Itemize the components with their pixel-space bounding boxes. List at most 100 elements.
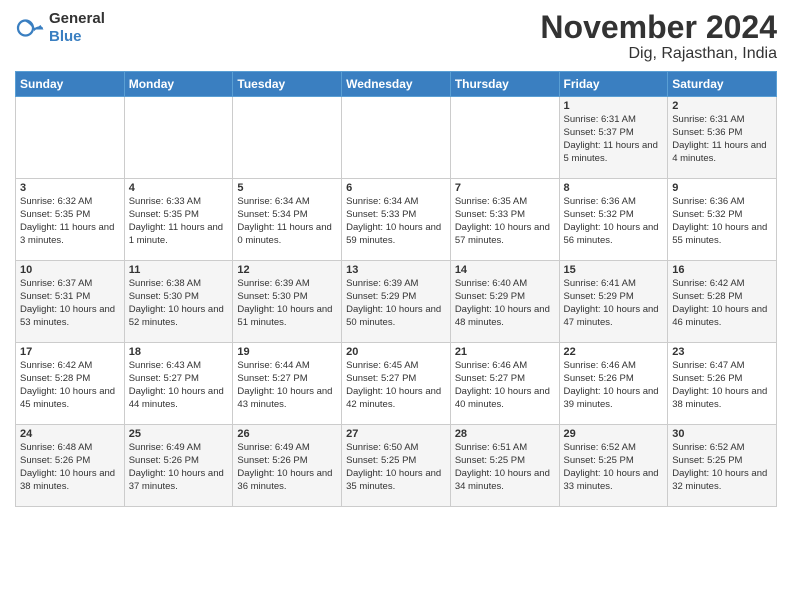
cell-3-7: 16Sunrise: 6:42 AMSunset: 5:28 PMDayligh… <box>668 261 777 343</box>
day-info: Sunrise: 6:42 AM <box>672 278 772 291</box>
day-info: Daylight: 10 hours and 36 minutes. <box>237 468 337 494</box>
week-row-3: 10Sunrise: 6:37 AMSunset: 5:31 PMDayligh… <box>16 261 777 343</box>
day-number: 6 <box>346 182 446 194</box>
day-info: Sunrise: 6:31 AM <box>672 114 772 127</box>
cell-5-5: 28Sunrise: 6:51 AMSunset: 5:25 PMDayligh… <box>450 425 559 507</box>
day-number: 29 <box>564 428 664 440</box>
day-info: Sunset: 5:26 PM <box>672 373 772 386</box>
day-info: Sunset: 5:31 PM <box>20 291 120 304</box>
day-info: Sunrise: 6:51 AM <box>455 442 555 455</box>
day-info: Sunrise: 6:52 AM <box>672 442 772 455</box>
cell-3-1: 10Sunrise: 6:37 AMSunset: 5:31 PMDayligh… <box>16 261 125 343</box>
day-info: Sunset: 5:32 PM <box>672 209 772 222</box>
day-number: 8 <box>564 182 664 194</box>
day-number: 24 <box>20 428 120 440</box>
day-info: Sunrise: 6:38 AM <box>129 278 229 291</box>
day-number: 12 <box>237 264 337 276</box>
day-number: 7 <box>455 182 555 194</box>
day-info: Sunset: 5:25 PM <box>672 455 772 468</box>
day-info: Sunrise: 6:37 AM <box>20 278 120 291</box>
day-info: Sunset: 5:32 PM <box>564 209 664 222</box>
cell-5-7: 30Sunrise: 6:52 AMSunset: 5:25 PMDayligh… <box>668 425 777 507</box>
day-number: 16 <box>672 264 772 276</box>
day-info: Sunset: 5:27 PM <box>455 373 555 386</box>
day-info: Daylight: 10 hours and 51 minutes. <box>237 304 337 330</box>
day-info: Daylight: 10 hours and 47 minutes. <box>564 304 664 330</box>
logo-blue: Blue <box>49 28 105 46</box>
day-info: Sunrise: 6:50 AM <box>346 442 446 455</box>
day-info: Sunset: 5:35 PM <box>129 209 229 222</box>
day-info: Sunset: 5:28 PM <box>672 291 772 304</box>
cell-1-5 <box>450 97 559 179</box>
header-row: Sunday Monday Tuesday Wednesday Thursday… <box>16 72 777 97</box>
day-number: 19 <box>237 346 337 358</box>
day-info: Daylight: 10 hours and 50 minutes. <box>346 304 446 330</box>
day-info: Sunrise: 6:43 AM <box>129 360 229 373</box>
day-info: Sunrise: 6:46 AM <box>455 360 555 373</box>
cell-2-6: 8 Sunrise: 6:36 AMSunset: 5:32 PMDaylight… <box>559 179 668 261</box>
day-info: Sunset: 5:33 PM <box>455 209 555 222</box>
day-info: Sunrise: 6:36 AM <box>672 196 772 209</box>
cell-2-2: 4Sunrise: 6:33 AMSunset: 5:35 PMDaylight… <box>124 179 233 261</box>
day-info: Sunset: 5:26 PM <box>20 455 120 468</box>
day-info: Sunrise: 6:35 AM <box>455 196 555 209</box>
day-info: Sunset: 5:30 PM <box>237 291 337 304</box>
cell-1-3 <box>233 97 342 179</box>
cell-4-2: 18Sunrise: 6:43 AMSunset: 5:27 PMDayligh… <box>124 343 233 425</box>
day-info: Sunrise: 6:42 AM <box>20 360 120 373</box>
logo-icon <box>15 13 45 43</box>
day-number: 26 <box>237 428 337 440</box>
day-info: Daylight: 10 hours and 45 minutes. <box>20 386 120 412</box>
cell-5-4: 27 Sunrise: 6:50 AMSunset: 5:25 PMDayligh… <box>342 425 451 507</box>
day-info: Daylight: 10 hours and 34 minutes. <box>455 468 555 494</box>
day-info: Daylight: 10 hours and 35 minutes. <box>346 468 446 494</box>
day-number: 15 <box>564 264 664 276</box>
day-number: 23 <box>672 346 772 358</box>
day-info: Sunrise: 6:32 AM <box>20 196 120 209</box>
day-info: Daylight: 10 hours and 40 minutes. <box>455 386 555 412</box>
day-info: Sunrise: 6:52 AM <box>564 442 664 455</box>
day-info: Daylight: 10 hours and 38 minutes. <box>20 468 120 494</box>
day-number: 5 <box>237 182 337 194</box>
day-number: 1 <box>564 100 664 112</box>
cell-3-4: 13Sunrise: 6:39 AMSunset: 5:29 PMDayligh… <box>342 261 451 343</box>
day-info: Sunrise: 6:34 AM <box>346 196 446 209</box>
day-info: Sunrise: 6:36 AM <box>564 196 664 209</box>
col-thursday: Thursday <box>450 72 559 97</box>
day-info: Sunset: 5:26 PM <box>129 455 229 468</box>
cell-4-3: 19Sunrise: 6:44 AMSunset: 5:27 PMDayligh… <box>233 343 342 425</box>
day-info: Daylight: 10 hours and 39 minutes. <box>564 386 664 412</box>
day-number: 17 <box>20 346 120 358</box>
day-number: 27 <box>346 428 446 440</box>
location: Dig, Rajasthan, India <box>540 45 777 63</box>
day-info: Daylight: 10 hours and 57 minutes. <box>455 222 555 248</box>
day-info: Daylight: 11 hours and 0 minutes. <box>237 222 337 248</box>
cell-4-7: 23Sunrise: 6:47 AMSunset: 5:26 PMDayligh… <box>668 343 777 425</box>
day-info: Sunset: 5:27 PM <box>129 373 229 386</box>
day-number: 3 <box>20 182 120 194</box>
col-friday: Friday <box>559 72 668 97</box>
cell-2-5: 7 Sunrise: 6:35 AMSunset: 5:33 PMDaylight… <box>450 179 559 261</box>
day-number: 22 <box>564 346 664 358</box>
cell-5-6: 29Sunrise: 6:52 AMSunset: 5:25 PMDayligh… <box>559 425 668 507</box>
day-info: Sunset: 5:27 PM <box>237 373 337 386</box>
week-row-5: 24Sunrise: 6:48 AMSunset: 5:26 PMDayligh… <box>16 425 777 507</box>
day-info: Daylight: 10 hours and 37 minutes. <box>129 468 229 494</box>
day-number: 11 <box>129 264 229 276</box>
col-wednesday: Wednesday <box>342 72 451 97</box>
calendar-body: 1Sunrise: 6:31 AMSunset: 5:37 PMDaylight… <box>16 97 777 507</box>
col-tuesday: Tuesday <box>233 72 342 97</box>
cell-1-6: 1Sunrise: 6:31 AMSunset: 5:37 PMDaylight… <box>559 97 668 179</box>
day-info: Sunset: 5:27 PM <box>346 373 446 386</box>
calendar-header: Sunday Monday Tuesday Wednesday Thursday… <box>16 72 777 97</box>
day-info: Sunset: 5:29 PM <box>455 291 555 304</box>
day-info: Daylight: 10 hours and 59 minutes. <box>346 222 446 248</box>
day-info: Daylight: 10 hours and 56 minutes. <box>564 222 664 248</box>
week-row-2: 3 Sunrise: 6:32 AM Sunset: 5:35 PM Daylight… <box>16 179 777 261</box>
day-info: Sunset: 5:25 PM <box>346 455 446 468</box>
day-info: Sunset: 5:25 PM <box>455 455 555 468</box>
day-info: Sunrise: 6:47 AM <box>672 360 772 373</box>
day-info: Sunset: 5:36 PM <box>672 127 772 140</box>
cell-1-7: 2Sunrise: 6:31 AMSunset: 5:36 PMDaylight… <box>668 97 777 179</box>
day-info: Daylight: 10 hours and 44 minutes. <box>129 386 229 412</box>
